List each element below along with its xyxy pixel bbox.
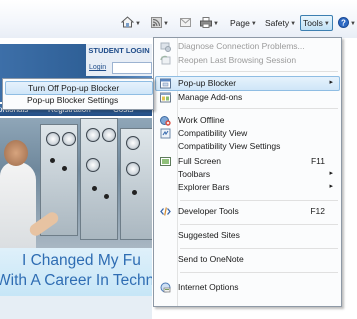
- popup-blocker-icon: [160, 78, 171, 89]
- menu-item-suggested-sites[interactable]: Suggested Sites: [156, 229, 339, 242]
- menu-item-label: Explorer Bars: [178, 182, 230, 192]
- menu-item-developer-tools[interactable]: Developer Tools F12: [156, 205, 339, 218]
- chevron-down-icon[interactable]: ▼: [163, 21, 169, 27]
- menu-item-label: Manage Add-ons: [178, 92, 243, 102]
- menu-separator: [180, 248, 338, 249]
- menu-item-internet-options[interactable]: Internet Options: [156, 281, 339, 294]
- menu-separator: [180, 272, 338, 273]
- menu-item-label: Compatibility View: [178, 128, 248, 138]
- person-figure: [0, 162, 36, 248]
- full-screen-icon: [160, 157, 171, 166]
- submenu-arrow-icon: ▸: [329, 170, 333, 177]
- shortcut-label: F12: [310, 206, 325, 216]
- menu-item-work-offline[interactable]: Work Offline: [156, 114, 339, 127]
- command-bar: ▼ ▼ ▼ Page▼ Safety▼ Tools▼ ? ▼: [0, 0, 357, 38]
- addons-icon: [160, 92, 171, 103]
- diagnose-icon: [160, 42, 171, 52]
- feeds-icon: [151, 17, 162, 28]
- menu-item-label: Developer Tools: [178, 206, 239, 216]
- menu-item-label: Diagnose Connection Problems...: [178, 41, 305, 51]
- person-head: [4, 140, 28, 166]
- chevron-down-icon: ▼: [350, 21, 356, 27]
- menu-item-diagnose-connection[interactable]: Diagnose Connection Problems...: [156, 40, 339, 53]
- menu-separator: [180, 200, 338, 201]
- slogan-line: I Changed My Fu: [22, 252, 141, 269]
- login-link[interactable]: Login: [89, 64, 106, 71]
- menu-item-compatibility-view[interactable]: Compatibility View: [156, 127, 339, 140]
- compatibility-view-icon: [160, 128, 171, 139]
- print-icon: [200, 17, 212, 28]
- home-button[interactable]: ▼: [120, 16, 141, 30]
- menu-item-label: Toolbars: [178, 169, 211, 179]
- developer-tools-icon: [160, 207, 171, 216]
- feeds-button[interactable]: ▼: [151, 16, 169, 30]
- hero-image: [0, 118, 152, 248]
- help-icon: ?: [338, 17, 349, 28]
- menu-item-send-to-onenote[interactable]: Send to OneNote: [156, 253, 339, 266]
- submenu-item-label: Turn Off Pop-up Blocker: [28, 83, 120, 93]
- read-mail-icon: [180, 18, 191, 27]
- menu-item-label: Suggested Sites: [178, 230, 240, 240]
- menu-item-manage-addons[interactable]: Manage Add-ons: [156, 91, 339, 104]
- svg-text:?: ?: [341, 19, 346, 28]
- chevron-down-icon: ▼: [323, 21, 330, 27]
- submenu-item-label: Pop-up Blocker Settings: [27, 95, 119, 105]
- slogan-banner: I Changed My Fu With A Career In Technol: [0, 248, 152, 296]
- shortcut-label: F11: [310, 156, 325, 166]
- help-button[interactable]: ? ▼: [338, 16, 356, 30]
- safety-menu-label: Safety: [265, 18, 290, 28]
- internet-options-icon: [160, 282, 171, 293]
- menu-item-label: Work Offline: [178, 115, 225, 125]
- chevron-down-icon[interactable]: ▼: [135, 21, 141, 27]
- read-mail-button[interactable]: [180, 16, 191, 30]
- page-menu-label: Page: [230, 18, 250, 28]
- menu-item-toolbars[interactable]: Toolbars ▸: [156, 168, 339, 181]
- chevron-down-icon: ▼: [290, 21, 297, 27]
- menu-separator: [180, 224, 338, 225]
- menu-item-full-screen[interactable]: Full Screen F11: [156, 155, 339, 168]
- menu-item-label: Full Screen: [178, 156, 221, 166]
- menu-item-explorer-bars[interactable]: Explorer Bars ▸: [156, 181, 339, 194]
- chevron-down-icon: ▼: [250, 21, 257, 27]
- submenu-arrow-icon: ▸: [329, 79, 333, 86]
- submenu-item-popup-blocker-settings[interactable]: Pop-up Blocker Settings: [5, 94, 151, 106]
- tools-menu-label: Tools: [303, 18, 323, 28]
- login-input[interactable]: [112, 62, 152, 74]
- menu-item-popup-blocker[interactable]: Pop-up Blocker ▸: [155, 76, 340, 91]
- menu-item-reopen-session[interactable]: Reopen Last Browsing Session: [156, 54, 339, 67]
- page-menu-button[interactable]: Page▼: [230, 16, 257, 30]
- reopen-session-icon: [160, 55, 171, 65]
- student-login-title: STUDENT LOGIN: [88, 46, 150, 55]
- print-button[interactable]: ▼: [200, 16, 219, 30]
- menu-item-label: Send to OneNote: [178, 254, 244, 264]
- work-offline-icon: [160, 116, 171, 126]
- menu-separator: [180, 108, 338, 109]
- submenu-arrow-icon: ▸: [329, 183, 333, 190]
- slogan-line: With A Career In Technol: [0, 272, 152, 289]
- menu-item-label: Pop-up Blocker: [178, 78, 237, 88]
- tools-menu: Diagnose Connection Problems... Reopen L…: [153, 37, 342, 307]
- home-icon: [120, 16, 135, 28]
- menu-item-label: Reopen Last Browsing Session: [178, 55, 297, 65]
- menu-item-compatibility-view-settings[interactable]: Compatibility View Settings: [156, 140, 339, 153]
- safety-menu-button[interactable]: Safety▼: [265, 16, 296, 30]
- menu-item-label: Internet Options: [178, 282, 239, 292]
- chevron-down-icon[interactable]: ▼: [213, 21, 219, 27]
- page-footer-strip: [0, 296, 152, 319]
- tools-menu-button[interactable]: Tools▼: [300, 15, 333, 31]
- menu-item-label: Compatibility View Settings: [178, 141, 281, 151]
- popup-blocker-submenu: Turn Off Pop-up Blocker Pop-up Blocker S…: [2, 78, 154, 110]
- submenu-item-turn-off-popup-blocker[interactable]: Turn Off Pop-up Blocker: [5, 81, 153, 95]
- menu-separator: [180, 71, 338, 72]
